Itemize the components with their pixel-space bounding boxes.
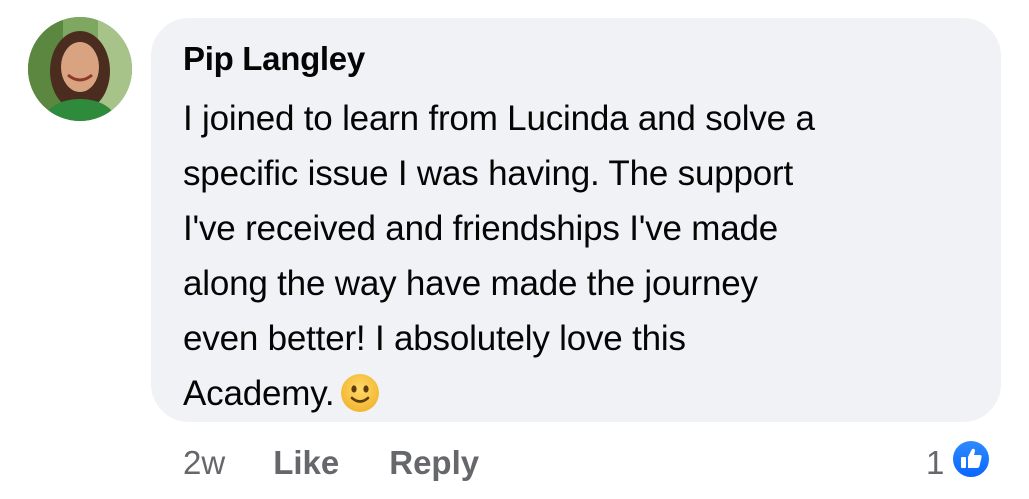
comment-timestamp[interactable]: 2w — [183, 444, 225, 481]
reaction-summary[interactable]: 1 — [926, 438, 992, 488]
slightly-smiling-face-icon — [340, 373, 380, 429]
reaction-count: 1 — [926, 444, 945, 481]
comment: Pip Langley I joined to learn from Lucin… — [0, 0, 1029, 499]
comment-text-line: I joined to learn from Lucinda and solve… — [183, 99, 815, 138]
comment-text-line: along the way have made the journey — [183, 264, 758, 303]
avatar-image — [28, 17, 132, 121]
comment-text-line: specific issue I was having. The support — [183, 154, 794, 193]
comment-actions: 2w Like Reply — [183, 444, 479, 482]
avatar[interactable] — [28, 17, 132, 121]
comment-text: I joined to learn from Lucinda and solve… — [183, 91, 983, 429]
like-button[interactable]: Like — [273, 444, 339, 481]
comment-text-line: I've received and friendships I've made — [183, 209, 779, 248]
comment-text-line: even better! I absolutely love this — [183, 319, 686, 358]
comment-bubble: Pip Langley I joined to learn from Lucin… — [151, 18, 1001, 422]
comment-author[interactable]: Pip Langley — [183, 40, 365, 78]
like-thumbs-up-icon — [950, 438, 992, 488]
reply-button[interactable]: Reply — [389, 444, 479, 481]
comment-text-last-line: Academy. — [183, 366, 983, 429]
comment-text-line: Academy. — [183, 374, 335, 413]
